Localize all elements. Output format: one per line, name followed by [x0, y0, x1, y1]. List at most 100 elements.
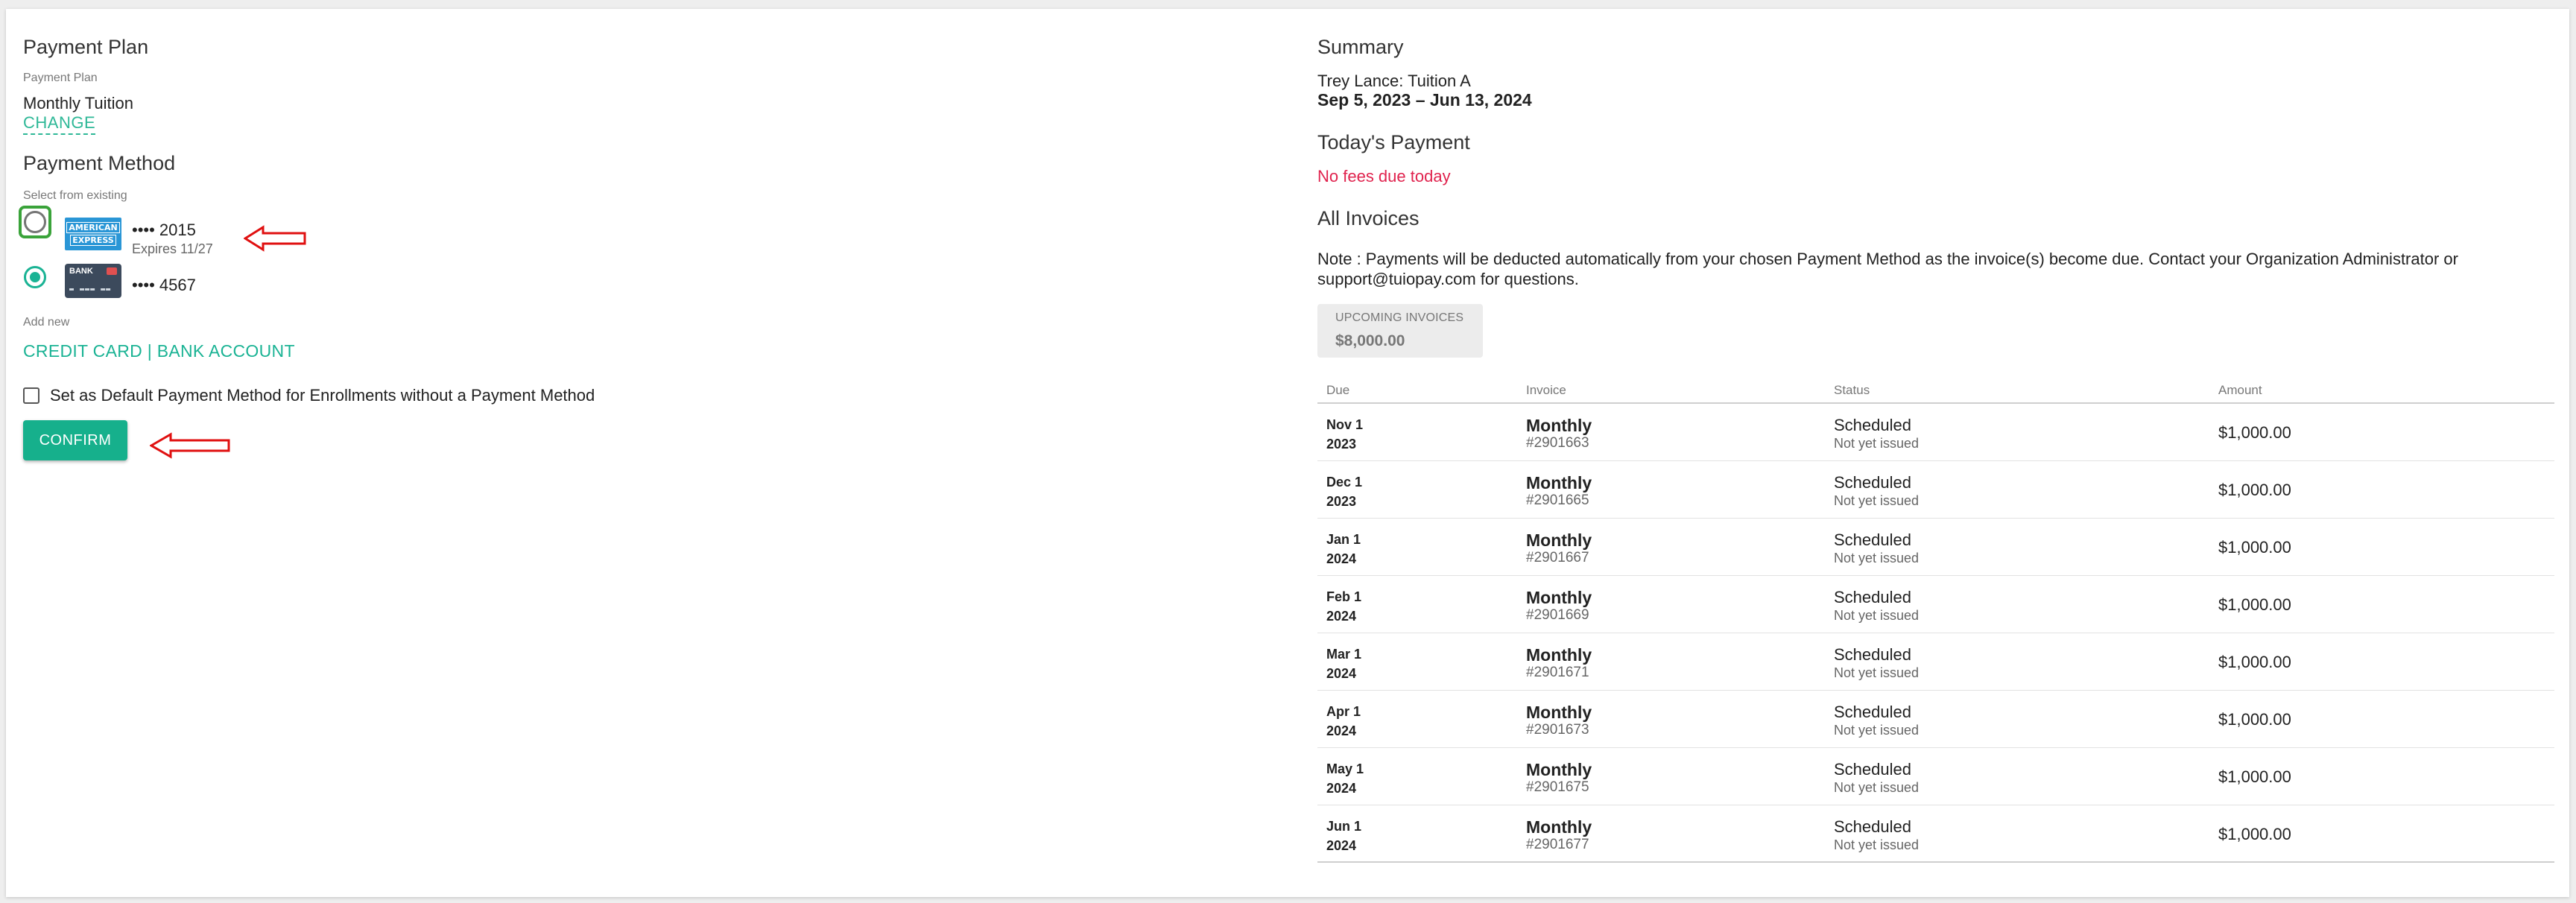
table-row: Dec 1 2023 Monthly #2901665 Scheduled Not yet…: [1317, 461, 2554, 519]
invoice-rows: Nov 1 2023 Monthly #2901663 Scheduled Not yet…: [1317, 404, 2554, 863]
summary-title: Summary: [1317, 36, 1404, 58]
left-arrow-icon: [150, 432, 230, 459]
invoice-status: Scheduled: [1834, 473, 1911, 492]
payment-plan-label: Payment Plan: [23, 72, 98, 84]
invoice-name: Monthly: [1526, 473, 1592, 492]
due-date-year: 2024: [1326, 666, 1357, 681]
change-plan-link[interactable]: CHANGE: [23, 113, 96, 135]
due-date-month-day: Jun 1: [1326, 819, 1362, 834]
due-date-month-day: Apr 1: [1326, 704, 1361, 719]
bank-card-icon: BANK ▬ ▬▬▬ ▬▬: [65, 264, 121, 298]
invoice-name: Monthly: [1526, 645, 1592, 665]
invoice-number: #2901673: [1526, 722, 1589, 738]
add-bank-account-link[interactable]: BANK ACCOUNT: [157, 341, 295, 361]
amex-card-expiry: Expires 11/27: [132, 241, 213, 256]
bank-logo-text: BANK: [69, 267, 93, 276]
invoice-amount: $1,000.00: [2218, 710, 2291, 729]
table-row: May 1 2024 Monthly #2901675 Scheduled Not yet…: [1317, 748, 2554, 805]
amex-radio[interactable]: [24, 211, 46, 233]
invoice-status-detail: Not yet issued: [1834, 493, 1920, 508]
header-status: Status: [1834, 383, 1870, 397]
invoice-status: Scheduled: [1834, 645, 1911, 664]
add-credit-card-link[interactable]: CREDIT CARD: [23, 341, 142, 361]
invoice-name: Monthly: [1526, 817, 1592, 837]
invoice-number: #2901675: [1526, 779, 1589, 795]
invoice-status-detail: Not yet issued: [1834, 551, 1920, 565]
default-method-checkbox[interactable]: [23, 387, 39, 404]
bank-logo-chip: [107, 267, 117, 275]
payment-method-title: Payment Method: [23, 152, 176, 174]
due-date-month-day: Mar 1: [1326, 647, 1362, 662]
amex-card-icon: AMERICAN EXPRESS: [65, 218, 121, 250]
header-invoice: Invoice: [1526, 383, 1566, 397]
invoice-name: Monthly: [1526, 703, 1592, 722]
table-row: Jan 1 2024 Monthly #2901667 Scheduled Not yet…: [1317, 519, 2554, 576]
bank-radio-wrap[interactable]: [19, 261, 51, 294]
summary-date-range: Sep 5, 2023 – Jun 13, 2024: [1317, 90, 1532, 110]
invoice-number: #2901677: [1526, 837, 1589, 852]
invoice-status-detail: Not yet issued: [1834, 837, 1920, 852]
due-date-year: 2023: [1326, 437, 1357, 452]
summary-student-line: Trey Lance: Tuition A: [1317, 72, 1471, 90]
payment-card: Payment Plan Payment Plan Monthly Tuitio…: [6, 9, 2569, 897]
due-date-month-day: Jan 1: [1326, 532, 1361, 547]
invoice-status: Scheduled: [1834, 588, 1911, 606]
invoice-amount: $1,000.00: [2218, 538, 2291, 557]
invoice-number: #2901663: [1526, 435, 1589, 451]
due-date-month-day: May 1: [1326, 761, 1364, 776]
due-date-year: 2024: [1326, 551, 1357, 566]
invoice-number: #2901665: [1526, 492, 1589, 508]
invoice-name: Monthly: [1526, 760, 1592, 779]
add-links-separator: |: [142, 341, 157, 361]
due-date-year: 2024: [1326, 781, 1357, 796]
invoice-amount: $1,000.00: [2218, 653, 2291, 671]
upcoming-invoices-box: UPCOMING INVOICES $8,000.00: [1317, 304, 1483, 358]
invoice-amount: $1,000.00: [2218, 423, 2291, 442]
invoice-status-detail: Not yet issued: [1834, 665, 1920, 680]
invoice-number: #2901669: [1526, 607, 1589, 623]
invoice-name: Monthly: [1526, 530, 1592, 550]
due-date-month-day: Feb 1: [1326, 589, 1362, 604]
default-method-row: Set as Default Payment Method for Enroll…: [23, 386, 595, 405]
invoice-status: Scheduled: [1834, 416, 1911, 434]
invoice-amount: $1,000.00: [2218, 481, 2291, 499]
invoice-status: Scheduled: [1834, 817, 1911, 836]
amex-logo-text-top: AMERICAN: [66, 222, 120, 233]
invoice-amount: $1,000.00: [2218, 825, 2291, 843]
table-row: Nov 1 2023 Monthly #2901663 Scheduled Not yet…: [1317, 404, 2554, 461]
upcoming-invoices-amount: $8,000.00: [1335, 332, 1405, 349]
add-new-label: Add new: [23, 316, 70, 329]
todays-payment-title: Today's Payment: [1317, 131, 1470, 153]
invoice-name: Monthly: [1526, 416, 1592, 435]
upcoming-invoices-label: UPCOMING INVOICES: [1335, 311, 1464, 324]
invoice-status-detail: Not yet issued: [1834, 780, 1920, 795]
all-invoices-title: All Invoices: [1317, 207, 1420, 229]
confirm-button[interactable]: CONFIRM: [23, 420, 127, 460]
todays-fees-text: No fees due today: [1317, 167, 1451, 186]
invoice-table: Due Invoice Status Amount Nov 1 2023 Month…: [1317, 377, 2554, 863]
header-amount: Amount: [2218, 383, 2262, 397]
bank-radio[interactable]: [24, 266, 46, 288]
invoice-status: Scheduled: [1834, 530, 1911, 549]
amex-card-number: •••• 2015: [132, 221, 196, 239]
due-date-year: 2024: [1326, 609, 1357, 624]
invoice-status-detail: Not yet issued: [1834, 723, 1920, 738]
invoice-amount: $1,000.00: [2218, 767, 2291, 786]
invoice-number: #2901671: [1526, 665, 1589, 680]
table-row: Feb 1 2024 Monthly #2901669 Scheduled Not yet…: [1317, 576, 2554, 633]
header-due: Due: [1326, 383, 1350, 397]
table-row: Apr 1 2024 Monthly #2901673 Scheduled Not yet…: [1317, 691, 2554, 748]
payment-plan-title: Payment Plan: [23, 36, 149, 58]
amex-radio-highlight[interactable]: [19, 206, 51, 238]
left-arrow-icon: [244, 225, 306, 252]
invoice-amount: $1,000.00: [2218, 595, 2291, 614]
invoice-number: #2901667: [1526, 550, 1589, 565]
select-existing-label: Select from existing: [23, 189, 127, 202]
invoice-status: Scheduled: [1834, 703, 1911, 721]
default-method-label: Set as Default Payment Method for Enroll…: [50, 386, 595, 405]
bank-account-number: •••• 4567: [132, 276, 196, 294]
payment-plan-value: Monthly Tuition: [23, 94, 133, 113]
due-date-year: 2024: [1326, 723, 1357, 738]
due-date-month-day: Dec 1: [1326, 475, 1363, 489]
invoice-status-detail: Not yet issued: [1834, 608, 1920, 623]
